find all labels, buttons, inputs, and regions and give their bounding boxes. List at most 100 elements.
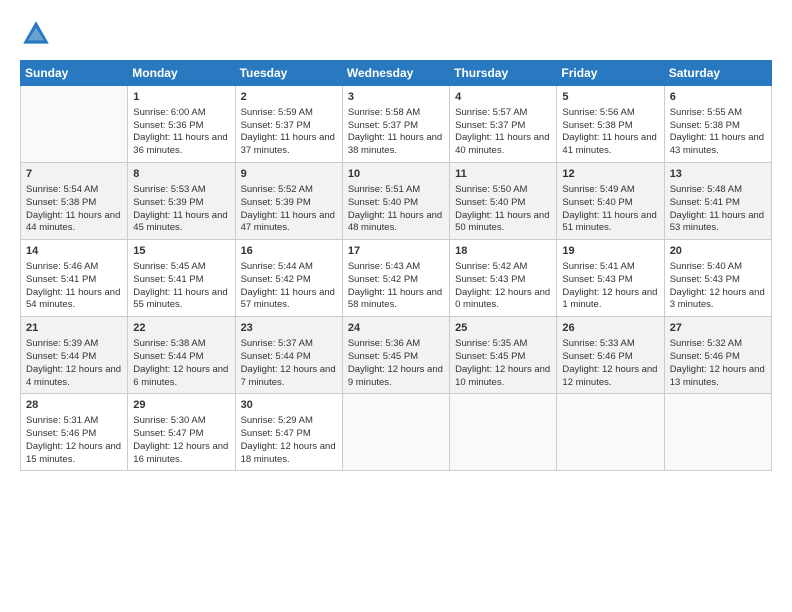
sunset: Sunset: 5:44 PM <box>133 351 229 364</box>
daylight: Daylight: 11 hours and 43 minutes. <box>670 132 766 158</box>
header <box>20 18 772 50</box>
calendar-cell: 13Sunrise: 5:48 AMSunset: 5:41 PMDayligh… <box>664 163 771 240</box>
calendar-cell: 7Sunrise: 5:54 AMSunset: 5:38 PMDaylight… <box>21 163 128 240</box>
calendar: SundayMondayTuesdayWednesdayThursdayFrid… <box>20 60 772 471</box>
calendar-cell: 8Sunrise: 5:53 AMSunset: 5:39 PMDaylight… <box>128 163 235 240</box>
daylight: Daylight: 11 hours and 41 minutes. <box>562 132 658 158</box>
cell-content: 20Sunrise: 5:40 AMSunset: 5:43 PMDayligh… <box>670 244 766 312</box>
sunrise: Sunrise: 5:53 AM <box>133 184 229 197</box>
page: SundayMondayTuesdayWednesdayThursdayFrid… <box>0 0 792 612</box>
sunset: Sunset: 5:46 PM <box>670 351 766 364</box>
cell-content: 6Sunrise: 5:55 AMSunset: 5:38 PMDaylight… <box>670 90 766 158</box>
sunrise: Sunrise: 5:51 AM <box>348 184 444 197</box>
sunset: Sunset: 5:36 PM <box>133 120 229 133</box>
calendar-cell: 17 Sunrise: 5:43 AMSunset: 5:42 PMDayligh… <box>342 240 449 317</box>
daylight: Daylight: 11 hours and 36 minutes. <box>133 132 229 158</box>
sunrise: Sunrise: 5:46 AM <box>26 261 122 274</box>
sunrise: Sunrise: 5:59 AM <box>241 107 337 120</box>
calendar-cell: 30Sunrise: 5:29 AMSunset: 5:47 PMDayligh… <box>235 394 342 471</box>
calendar-cell: 10 Sunrise: 5:51 AMSunset: 5:40 PMDayligh… <box>342 163 449 240</box>
sunset: Sunset: 5:46 PM <box>562 351 658 364</box>
sunrise: Sunrise: 5:39 AM <box>26 338 122 351</box>
sunset: Sunset: 5:40 PM <box>348 197 444 210</box>
weekday-header-row: SundayMondayTuesdayWednesdayThursdayFrid… <box>21 61 772 86</box>
calendar-cell: 26 Sunrise: 5:33 AMSunset: 5:46 PMDayligh… <box>557 317 664 394</box>
logo <box>20 18 56 50</box>
day-number: 3 <box>348 90 444 105</box>
daylight: Daylight: 12 hours and 0 minutes. <box>455 287 551 313</box>
weekday-tuesday: Tuesday <box>235 61 342 86</box>
daylight: Daylight: 11 hours and 58 minutes. <box>348 287 444 313</box>
cell-content: 8Sunrise: 5:53 AMSunset: 5:39 PMDaylight… <box>133 167 229 235</box>
daylight: Daylight: 11 hours and 37 minutes. <box>241 132 337 158</box>
daylight: Daylight: 11 hours and 55 minutes. <box>133 287 229 313</box>
daylight: Daylight: 12 hours and 15 minutes. <box>26 441 122 467</box>
calendar-cell: 28Sunrise: 5:31 AMSunset: 5:46 PMDayligh… <box>21 394 128 471</box>
cell-content: 2Sunrise: 5:59 AMSunset: 5:37 PMDaylight… <box>241 90 337 158</box>
cell-content: 12Sunrise: 5:49 AMSunset: 5:40 PMDayligh… <box>562 167 658 235</box>
day-number: 8 <box>133 167 229 182</box>
sunrise: Sunrise: 5:41 AM <box>562 261 658 274</box>
sunset: Sunset: 5:47 PM <box>241 428 337 441</box>
day-number: 6 <box>670 90 766 105</box>
cell-content: 18Sunrise: 5:42 AMSunset: 5:43 PMDayligh… <box>455 244 551 312</box>
sunset: Sunset: 5:37 PM <box>455 120 551 133</box>
cell-content: 1Sunrise: 6:00 AMSunset: 5:36 PMDaylight… <box>133 90 229 158</box>
weekday-monday: Monday <box>128 61 235 86</box>
calendar-cell <box>342 394 449 471</box>
day-number: 30 <box>241 398 337 413</box>
sunrise: Sunrise: 5:37 AM <box>241 338 337 351</box>
daylight: Daylight: 11 hours and 48 minutes. <box>348 210 444 236</box>
daylight: Daylight: 12 hours and 10 minutes. <box>455 364 551 390</box>
sunrise: Sunrise: 5:35 AM <box>455 338 551 351</box>
week-row-2: 7Sunrise: 5:54 AMSunset: 5:38 PMDaylight… <box>21 163 772 240</box>
day-number: 23 <box>241 321 337 336</box>
daylight: Daylight: 12 hours and 12 minutes. <box>562 364 658 390</box>
day-number: 24 <box>348 321 444 336</box>
sunrise: Sunrise: 5:42 AM <box>455 261 551 274</box>
sunrise: Sunrise: 5:49 AM <box>562 184 658 197</box>
sunrise: Sunrise: 5:45 AM <box>133 261 229 274</box>
sunset: Sunset: 5:41 PM <box>670 197 766 210</box>
day-number: 22 <box>133 321 229 336</box>
day-number: 2 <box>241 90 337 105</box>
sunset: Sunset: 5:40 PM <box>455 197 551 210</box>
cell-content: 17 Sunrise: 5:43 AMSunset: 5:42 PMDayligh… <box>348 244 444 312</box>
cell-content: 3Sunrise: 5:58 AMSunset: 5:37 PMDaylight… <box>348 90 444 158</box>
daylight: Daylight: 11 hours and 50 minutes. <box>455 210 551 236</box>
sunset: Sunset: 5:42 PM <box>348 274 444 287</box>
weekday-friday: Friday <box>557 61 664 86</box>
day-number: 10 <box>348 167 444 182</box>
sunset: Sunset: 5:39 PM <box>133 197 229 210</box>
daylight: Daylight: 11 hours and 51 minutes. <box>562 210 658 236</box>
sunset: Sunset: 5:45 PM <box>455 351 551 364</box>
cell-content: 21Sunrise: 5:39 AMSunset: 5:44 PMDayligh… <box>26 321 122 389</box>
day-number: 14 <box>26 244 122 259</box>
sunset: Sunset: 5:38 PM <box>562 120 658 133</box>
sunrise: Sunrise: 5:57 AM <box>455 107 551 120</box>
calendar-cell: 29Sunrise: 5:30 AMSunset: 5:47 PMDayligh… <box>128 394 235 471</box>
day-number: 28 <box>26 398 122 413</box>
logo-icon <box>20 18 52 50</box>
calendar-cell: 16Sunrise: 5:44 AMSunset: 5:42 PMDayligh… <box>235 240 342 317</box>
daylight: Daylight: 12 hours and 1 minute. <box>562 287 658 313</box>
calendar-cell: 1Sunrise: 6:00 AMSunset: 5:36 PMDaylight… <box>128 86 235 163</box>
day-number: 17 <box>348 244 444 259</box>
daylight: Daylight: 12 hours and 6 minutes. <box>133 364 229 390</box>
sunrise: Sunrise: 5:33 AM <box>562 338 658 351</box>
day-number: 15 <box>133 244 229 259</box>
sunrise: Sunrise: 5:44 AM <box>241 261 337 274</box>
cell-content: 14Sunrise: 5:46 AMSunset: 5:41 PMDayligh… <box>26 244 122 312</box>
daylight: Daylight: 12 hours and 16 minutes. <box>133 441 229 467</box>
cell-content: 30Sunrise: 5:29 AMSunset: 5:47 PMDayligh… <box>241 398 337 466</box>
cell-content: 4Sunrise: 5:57 AMSunset: 5:37 PMDaylight… <box>455 90 551 158</box>
daylight: Daylight: 11 hours and 38 minutes. <box>348 132 444 158</box>
daylight: Daylight: 11 hours and 44 minutes. <box>26 210 122 236</box>
cell-content: 22Sunrise: 5:38 AMSunset: 5:44 PMDayligh… <box>133 321 229 389</box>
sunset: Sunset: 5:43 PM <box>670 274 766 287</box>
sunrise: Sunrise: 5:43 AM <box>348 261 444 274</box>
daylight: Daylight: 11 hours and 40 minutes. <box>455 132 551 158</box>
daylight: Daylight: 11 hours and 53 minutes. <box>670 210 766 236</box>
day-number: 26 <box>562 321 658 336</box>
cell-content: 23Sunrise: 5:37 AMSunset: 5:44 PMDayligh… <box>241 321 337 389</box>
